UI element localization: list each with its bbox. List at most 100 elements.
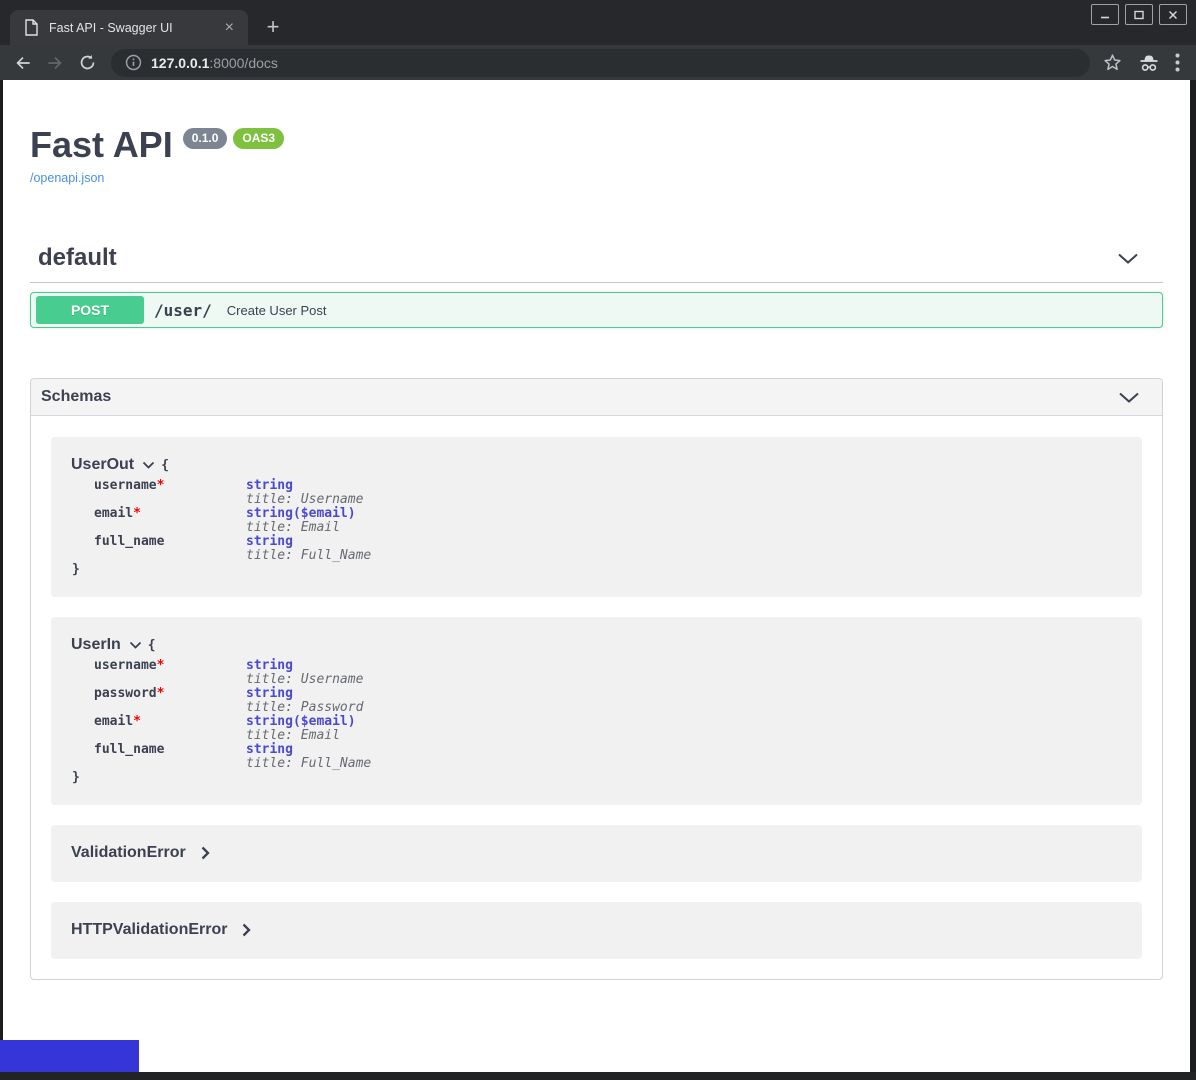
chevron-down-icon[interactable] <box>1118 391 1140 404</box>
kebab-menu-icon <box>1175 53 1180 72</box>
browser-toolbar: 127.0.0.1:8000/docs <box>0 45 1196 80</box>
url-path: :8000/docs <box>209 55 278 71</box>
maximize-button[interactable] <box>1125 4 1153 25</box>
property-row: username* string title: Username <box>71 659 1122 687</box>
api-header: Fast API 0.1.0 OAS3 <box>30 125 1163 165</box>
minimize-button[interactable] <box>1091 4 1119 25</box>
schemas-title: Schemas <box>41 388 111 406</box>
tag-section-default[interactable]: default <box>30 244 1163 272</box>
browser-menu-button[interactable] <box>1175 53 1180 72</box>
bookmark-star-button[interactable] <box>1102 52 1123 73</box>
model-name: UserOut <box>71 456 134 474</box>
toolbar-actions <box>1090 52 1196 74</box>
required-star: * <box>157 478 165 493</box>
endpoint-post-user[interactable]: POST /user/ Create User Post <box>30 292 1163 328</box>
back-button[interactable] <box>7 49 39 77</box>
swagger-page: Fast API 0.1.0 OAS3 /openapi.json defaul… <box>0 80 1196 1072</box>
page-favicon-document-icon <box>24 19 39 36</box>
property-type: string($email) <box>246 715 356 729</box>
model-httpvalidationerror-toggle[interactable]: HTTPValidationError <box>71 921 1122 939</box>
model-validationerror: ValidationError <box>51 825 1142 882</box>
tab-close-icon[interactable]: × <box>221 20 238 36</box>
property-title: title: Email <box>246 729 356 743</box>
browser-tab[interactable]: Fast API - Swagger UI × <box>10 10 248 45</box>
property-type: string($email) <box>246 507 356 521</box>
property-title: title: Username <box>246 673 363 687</box>
property-type: string <box>246 743 371 757</box>
required-star: * <box>133 714 141 729</box>
model-userin-toggle[interactable]: UserIn { <box>71 636 1122 654</box>
reload-icon <box>78 53 97 72</box>
minimize-icon <box>1099 9 1111 21</box>
property-row: password* string title: Password <box>71 687 1122 715</box>
schemas-section: Schemas UserOut { <box>30 378 1163 980</box>
page-title: Fast API <box>30 125 173 165</box>
close-button[interactable] <box>1159 4 1187 25</box>
oas3-badge: OAS3 <box>233 128 284 149</box>
property-type: string <box>246 479 363 493</box>
model-name: UserIn <box>71 636 121 654</box>
model-name: HTTPValidationError <box>71 921 227 939</box>
property-type: string <box>246 535 371 549</box>
window-border-right <box>1190 80 1196 1072</box>
property-name: full_name <box>94 742 164 757</box>
property-type: string <box>246 659 363 673</box>
required-star: * <box>133 506 141 521</box>
property-row: full_name string title: Full_Name <box>71 535 1122 563</box>
openapi-json-link[interactable]: /openapi.json <box>30 171 104 185</box>
chevron-down-icon[interactable] <box>142 461 155 469</box>
method-badge: POST <box>36 296 144 324</box>
model-name: ValidationError <box>71 844 186 862</box>
endpoint-summary: Create User Post <box>227 303 327 318</box>
required-star: * <box>157 658 165 673</box>
property-name: username <box>94 658 157 673</box>
property-name: password <box>94 686 157 701</box>
url-host: 127.0.0.1 <box>151 55 209 71</box>
property-name: email <box>94 714 133 729</box>
reload-button[interactable] <box>71 49 103 77</box>
model-validationerror-toggle[interactable]: ValidationError <box>71 844 1122 862</box>
forward-arrow-icon <box>45 53 65 73</box>
site-info-icon[interactable] <box>125 54 142 71</box>
url-text: 127.0.0.1:8000/docs <box>151 55 278 71</box>
star-icon <box>1102 52 1123 73</box>
blue-overlay-rectangle <box>0 1040 139 1072</box>
property-row: full_name string title: Full_Name <box>71 743 1122 771</box>
window-controls <box>1091 4 1187 25</box>
chevron-down-icon[interactable] <box>129 641 142 649</box>
schemas-body: UserOut { username* string ti <box>31 416 1162 979</box>
swagger-content: Fast API 0.1.0 OAS3 /openapi.json defaul… <box>0 80 1196 980</box>
property-name: username <box>94 478 157 493</box>
address-bar[interactable]: 127.0.0.1:8000/docs <box>111 49 1090 77</box>
model-properties: username* string title: Username email* … <box>71 479 1122 577</box>
close-brace: } <box>71 563 1122 577</box>
property-row: username* string title: Username <box>71 479 1122 507</box>
chevron-right-icon[interactable] <box>201 846 210 860</box>
schemas-header[interactable]: Schemas <box>31 379 1162 416</box>
model-httpvalidationerror: HTTPValidationError <box>51 902 1142 959</box>
property-row: email* string($email) title: Email <box>71 507 1122 535</box>
incognito-icon <box>1137 52 1161 74</box>
open-brace: { <box>148 638 156 653</box>
version-badge: 0.1.0 <box>183 128 228 149</box>
property-title: title: Full_Name <box>246 757 371 771</box>
tab-title: Fast API - Swagger UI <box>49 21 221 35</box>
new-tab-button[interactable]: + <box>258 13 288 43</box>
open-brace: { <box>161 458 169 473</box>
required-star: * <box>157 686 165 701</box>
window-border-bottom <box>0 1072 1196 1080</box>
tag-title: default <box>38 244 117 272</box>
model-userout-toggle[interactable]: UserOut { <box>71 456 1122 474</box>
property-title: title: Full_Name <box>246 549 371 563</box>
forward-button[interactable] <box>39 49 71 77</box>
chevron-right-icon[interactable] <box>242 923 251 937</box>
close-icon <box>1167 9 1179 21</box>
property-type: string <box>246 687 363 701</box>
tab-strip: Fast API - Swagger UI × + <box>0 0 1196 45</box>
property-title: title: Password <box>246 701 363 715</box>
property-row: email* string($email) title: Email <box>71 715 1122 743</box>
chevron-down-icon[interactable] <box>1117 252 1139 265</box>
property-title: title: Username <box>246 493 363 507</box>
browser-window: Fast API - Swagger UI × + <box>0 0 1196 1080</box>
property-name: full_name <box>94 534 164 549</box>
